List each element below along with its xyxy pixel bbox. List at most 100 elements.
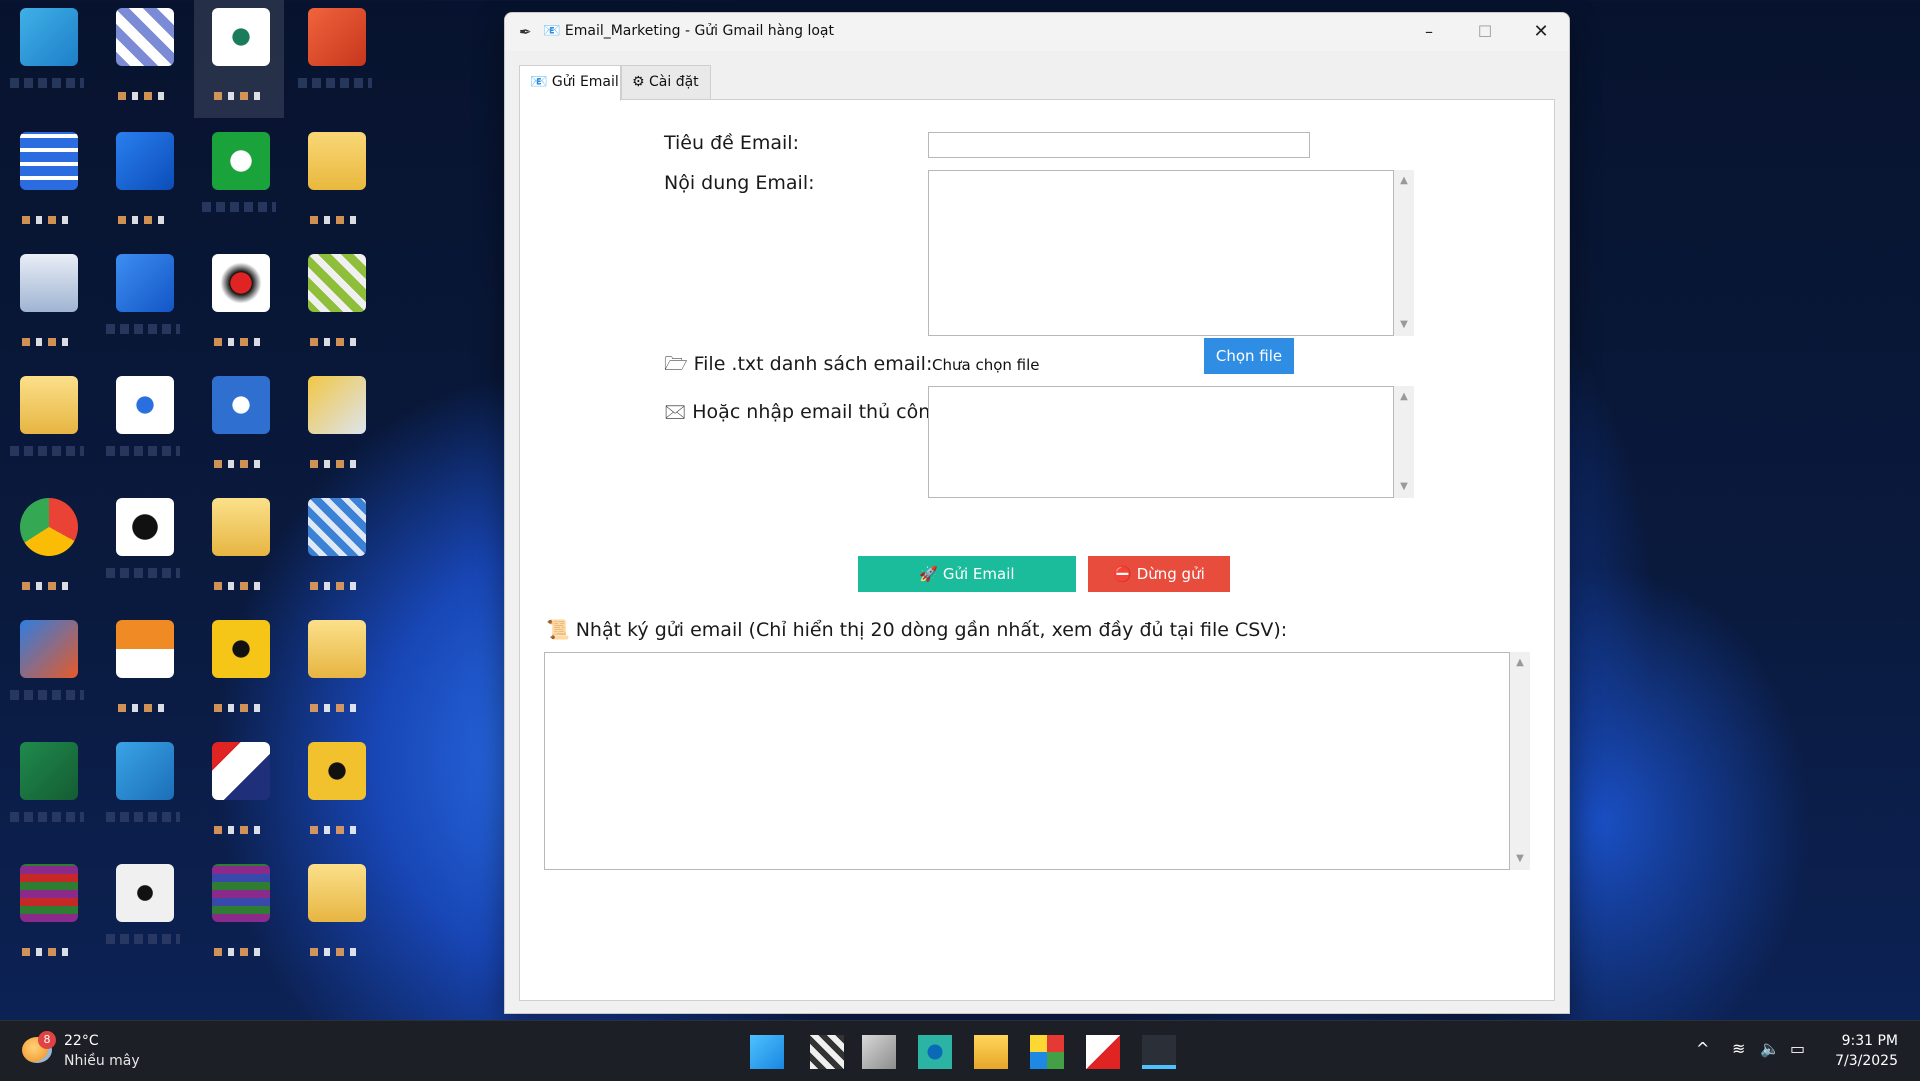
desktop-icon[interactable] <box>98 612 188 730</box>
desktop-icon[interactable] <box>194 856 284 974</box>
desktop-icon[interactable] <box>194 734 284 852</box>
desktop-icon[interactable] <box>194 612 284 730</box>
scroll-up-icon[interactable]: ▲ <box>1394 172 1414 190</box>
scroll-down-icon[interactable]: ▼ <box>1394 316 1414 334</box>
file-status: Chưa chọn file <box>932 356 1040 374</box>
desktop-icon[interactable] <box>2 612 92 730</box>
manual-email-label: 🖂 Hoặc nhập email thủ công: <box>664 401 949 423</box>
desktop-icon[interactable] <box>290 734 380 852</box>
desktop-icon[interactable] <box>290 612 380 730</box>
battery-icon[interactable]: ▭ <box>1790 1039 1805 1058</box>
app-icon <box>20 132 78 190</box>
log-textarea[interactable] <box>544 652 1510 870</box>
notification-badge: 8 <box>38 1031 56 1049</box>
log-label: 📜 Nhật ký gửi email (Chỉ hiển thị 20 dòn… <box>546 619 1288 641</box>
app-icon <box>20 254 78 312</box>
app-taskbar-icon[interactable] <box>1030 1035 1064 1069</box>
desktop-icon[interactable] <box>2 0 92 118</box>
scroll-down-icon[interactable]: ▼ <box>1510 850 1530 868</box>
file-explorer-icon[interactable] <box>974 1035 1008 1069</box>
folder-icon <box>308 620 366 678</box>
body-scrollbar[interactable]: ▲ ▼ <box>1394 170 1414 336</box>
desktop-icon[interactable] <box>290 856 380 974</box>
desktop-icon[interactable] <box>194 368 284 486</box>
app-icon <box>308 498 366 556</box>
scroll-up-icon[interactable]: ▲ <box>1510 654 1530 672</box>
desktop-icon[interactable] <box>194 490 284 608</box>
subject-input[interactable] <box>928 132 1310 158</box>
weather-temperature: 22°C <box>64 1033 99 1049</box>
desktop-icon[interactable] <box>2 368 92 486</box>
desktop-icon[interactable] <box>194 0 284 118</box>
weather-widget[interactable]: 8 22°C Nhiều mây <box>22 1029 172 1075</box>
desktop-icon[interactable] <box>290 246 380 364</box>
app-icon <box>212 132 270 190</box>
app-taskbar-icon-active[interactable] <box>1142 1035 1176 1069</box>
winrar-icon <box>212 864 270 922</box>
app-icon <box>20 8 78 66</box>
app-icon <box>116 864 174 922</box>
app-taskbar-icon[interactable] <box>810 1035 844 1069</box>
choose-file-button[interactable]: Chọn file <box>1204 338 1294 374</box>
clock-time: 9:31 PM <box>1841 1033 1898 1049</box>
stop-sending-button[interactable]: ⛔ Dừng gửi <box>1088 556 1230 592</box>
body-textarea[interactable] <box>928 170 1394 336</box>
desktop-icon[interactable] <box>194 124 284 242</box>
desktop-icon[interactable] <box>98 124 188 242</box>
desktop-icon[interactable] <box>2 246 92 364</box>
winrar-icon <box>20 864 78 922</box>
taskbar: 8 22°C Nhiều mây ^ ≋ 🔈 ▭ 9:31 PM 7/3/202… <box>0 1020 1920 1081</box>
desktop-icon[interactable] <box>2 490 92 608</box>
app-icon <box>116 620 174 678</box>
folder-icon <box>20 376 78 434</box>
maximize-button[interactable]: ☐ <box>1457 13 1513 51</box>
app-taskbar-icon[interactable] <box>862 1035 896 1069</box>
desktop-icon[interactable] <box>290 124 380 242</box>
app-icon <box>212 620 270 678</box>
desktop-icon[interactable] <box>290 368 380 486</box>
system-clock[interactable]: 9:31 PM 7/3/2025 <box>1835 1031 1898 1071</box>
app-icon <box>116 742 174 800</box>
title-bar[interactable]: ✒ 📧 Email_Marketing - Gửi Gmail hàng loạ… <box>505 13 1569 51</box>
desktop-icon[interactable] <box>98 490 188 608</box>
close-button[interactable]: ✕ <box>1513 13 1569 51</box>
manual-email-textarea[interactable] <box>928 386 1394 498</box>
chevron-up-icon[interactable]: ^ <box>1696 1039 1709 1058</box>
manual-email-scrollbar[interactable]: ▲ ▼ <box>1394 386 1414 498</box>
app-icon <box>212 254 270 312</box>
app-icon <box>116 498 174 556</box>
scroll-up-icon[interactable]: ▲ <box>1394 388 1414 406</box>
tab-send-email[interactable]: 📧 Gửi Email <box>519 65 621 101</box>
send-email-panel: Tiêu đề Email: Nội dung Email: ▲ ▼ 🗁 Fil… <box>519 99 1555 1001</box>
desktop-icon[interactable] <box>98 856 188 974</box>
wifi-icon[interactable]: ≋ <box>1732 1039 1745 1058</box>
desktop-icon[interactable] <box>2 124 92 242</box>
desktop-icon[interactable] <box>98 0 188 118</box>
desktop-icon[interactable] <box>98 368 188 486</box>
send-email-button[interactable]: 🚀 Gửi Email <box>858 556 1076 592</box>
log-scrollbar[interactable]: ▲ ▼ <box>1510 652 1530 870</box>
desktop-icon[interactable] <box>290 0 380 118</box>
desktop-icon[interactable] <box>194 246 284 364</box>
app-taskbar-icon[interactable] <box>918 1035 952 1069</box>
scroll-down-icon[interactable]: ▼ <box>1394 478 1414 496</box>
desktop-icon[interactable] <box>2 856 92 974</box>
clock-date: 7/3/2025 <box>1835 1053 1898 1069</box>
app-taskbar-icon[interactable] <box>1086 1035 1120 1069</box>
app-icon <box>308 376 366 434</box>
desktop-icon-grid <box>0 0 390 1015</box>
app-icon <box>308 8 366 66</box>
tab-settings[interactable]: ⚙ Cài đặt <box>621 65 711 99</box>
folder-icon <box>212 498 270 556</box>
desktop-icon[interactable] <box>98 734 188 852</box>
desktop-icon[interactable] <box>290 490 380 608</box>
folder-icon <box>308 864 366 922</box>
desktop-icon[interactable] <box>2 734 92 852</box>
app-icon <box>20 742 78 800</box>
folder-icon <box>308 132 366 190</box>
volume-icon[interactable]: 🔈 <box>1760 1039 1780 1058</box>
start-icon[interactable] <box>750 1035 784 1069</box>
app-icon <box>116 254 174 312</box>
minimize-button[interactable]: – <box>1401 13 1457 51</box>
desktop-icon[interactable] <box>98 246 188 364</box>
